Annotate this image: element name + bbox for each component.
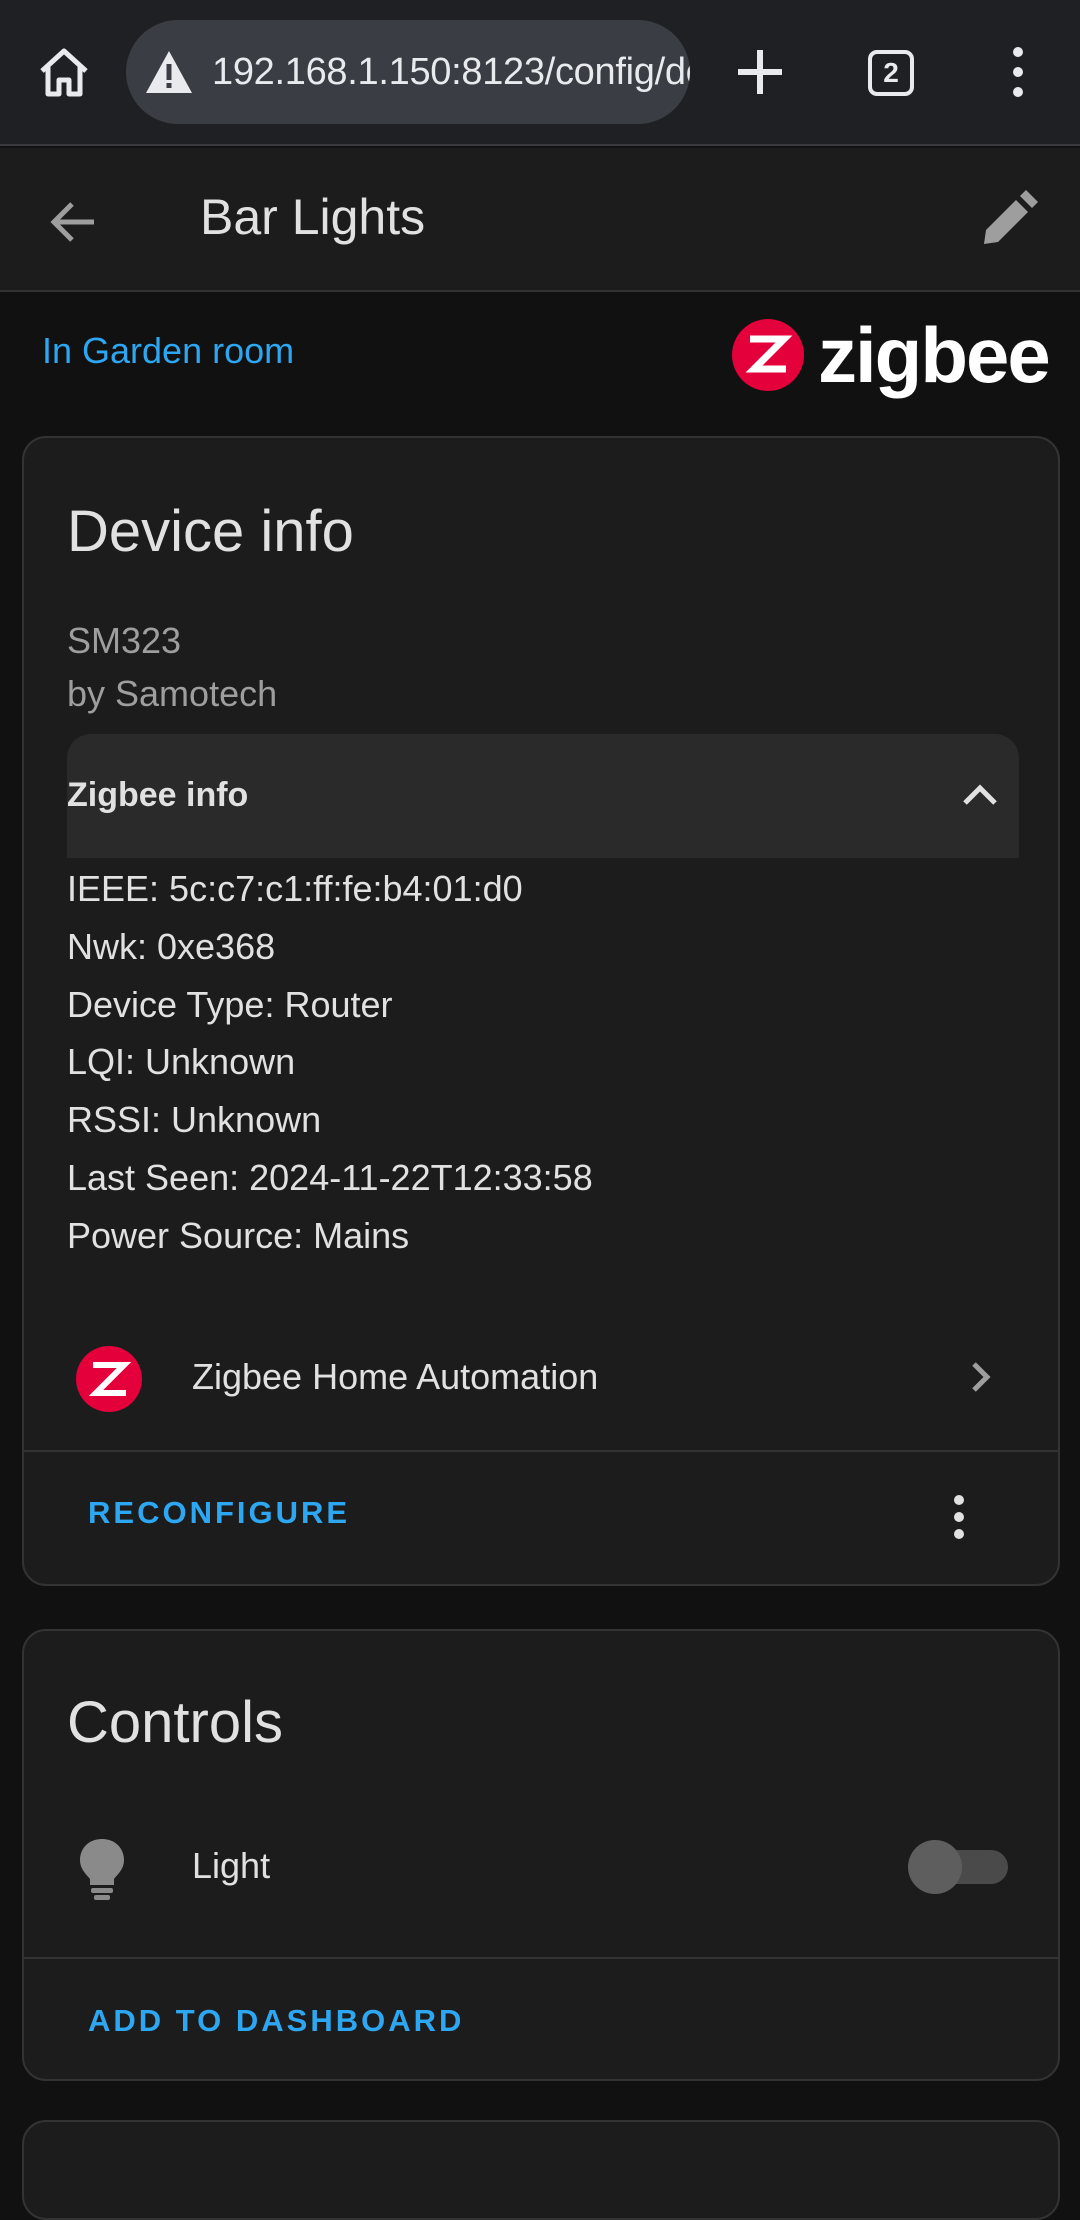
edit-pencil-icon[interactable]: [978, 190, 1038, 250]
new-tab-icon[interactable]: [732, 44, 788, 100]
add-to-dashboard-button[interactable]: ADD TO DASHBOARD: [88, 2003, 464, 2039]
integration-link[interactable]: Zigbee Home Automation: [24, 1318, 1058, 1438]
ieee-line: IEEE: 5c:c7:c1:ff:fe:b4:01:d0: [67, 868, 523, 909]
power-source-line: Power Source: Mains: [67, 1215, 410, 1256]
browser-menu-icon[interactable]: [1000, 44, 1036, 100]
tab-count: 2: [883, 57, 899, 88]
zigbee-icon: [76, 1346, 142, 1412]
device-info-card: Device info SM323 by Samotech Zigbee inf…: [22, 436, 1060, 1586]
controls-title: Controls: [67, 1690, 283, 1755]
chevron-right-icon: [972, 1362, 991, 1392]
home-icon[interactable]: [36, 44, 92, 100]
next-card: [22, 2120, 1060, 2220]
card-divider: [24, 1450, 1058, 1452]
address-bar[interactable]: 192.168.1.150:8123/config/de: [126, 20, 690, 124]
browser-toolbar: 192.168.1.150:8123/config/de 2: [0, 0, 1080, 146]
reconfigure-button[interactable]: RECONFIGURE: [88, 1495, 350, 1531]
zigbee-info-expander[interactable]: Zigbee info: [67, 734, 1019, 858]
controls-card: Controls Light ADD TO DASHBOARD: [22, 1629, 1060, 2081]
light-label[interactable]: Light: [192, 1845, 270, 1887]
card-divider: [24, 1957, 1058, 1959]
page-title: Bar Lights: [200, 189, 426, 245]
tab-switcher-button[interactable]: 2: [868, 50, 914, 96]
url-text[interactable]: 192.168.1.150:8123/config/de: [212, 51, 690, 94]
zigbee-logo-icon: [732, 319, 804, 391]
device-info-title: Device info: [67, 499, 354, 564]
lqi-line: LQI: Unknown: [67, 1041, 296, 1082]
area-link[interactable]: In Garden room: [42, 330, 294, 372]
nwk-line: Nwk: 0xe368: [67, 926, 276, 967]
more-vert-icon[interactable]: [944, 1492, 974, 1542]
app-toolbar: Bar Lights: [0, 148, 1080, 292]
warning-icon[interactable]: [144, 49, 194, 95]
toggle-thumb: [908, 1840, 962, 1894]
rssi-line: RSSI: Unknown: [67, 1099, 322, 1140]
zigbee-logo-text: zigbee: [818, 311, 1051, 399]
device-manufacturer: by Samotech: [67, 673, 278, 714]
last-seen-line: Last Seen: 2024-11-22T12:33:58: [67, 1157, 593, 1198]
zigbee-info-label: Zigbee info: [67, 776, 249, 814]
zigbee-logo: zigbee: [732, 312, 1062, 398]
lightbulb-icon: [80, 1839, 124, 1900]
light-toggle[interactable]: [908, 1837, 1008, 1897]
back-arrow-icon[interactable]: [44, 192, 104, 252]
integration-label: Zigbee Home Automation: [192, 1356, 599, 1397]
chevron-up-icon[interactable]: [955, 770, 1005, 820]
device-model: SM323: [67, 620, 182, 661]
device-type-line: Device Type: Router: [67, 984, 393, 1025]
